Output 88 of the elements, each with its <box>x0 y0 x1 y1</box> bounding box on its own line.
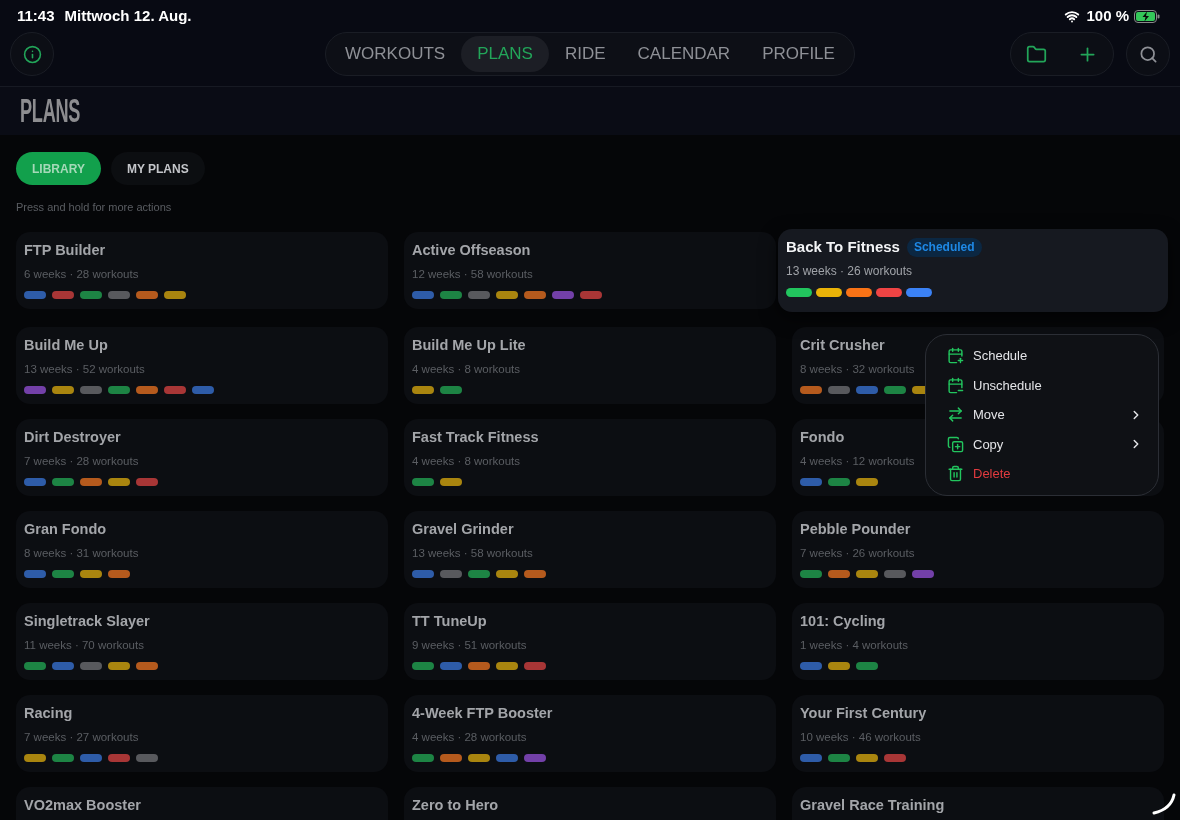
plan-title: Pebble Pounder <box>800 520 911 540</box>
plan-title: Active Offseason <box>412 241 531 261</box>
plan-title: VO2max Booster <box>24 796 141 816</box>
plan-summary: 4 weeks · 12 workouts <box>800 454 916 469</box>
plan-card[interactable]: Fast Track Fitness 4 weeks · 8 workouts <box>404 419 776 496</box>
hint-text: Press and hold for more actions <box>16 201 173 214</box>
plan-summary: 7 weeks · 28 workouts <box>24 454 140 469</box>
plan-title: Zero to Hero <box>412 796 499 816</box>
plan-title: Fast Track Fitness <box>412 428 539 448</box>
plan-summary: 8 weeks · 32 workouts <box>800 362 916 377</box>
plan-summary: 4 weeks · 8 workouts <box>412 454 521 469</box>
plan-card[interactable]: Build Me Up Lite 4 weeks · 8 workouts <box>404 327 776 404</box>
menu-item[interactable]: Copy <box>926 429 1158 459</box>
plan-card[interactable]: Active Offseason 12 weeks · 58 workouts <box>404 232 776 309</box>
folder-icon <box>1026 43 1047 65</box>
nav-tab[interactable]: PLANS <box>461 36 549 72</box>
plan-title: Crit Crusher <box>800 336 885 356</box>
plan-card[interactable]: Gran Fondo 8 weeks · 31 workouts <box>16 511 388 588</box>
menu-item[interactable]: Unschedule <box>926 370 1158 400</box>
plan-card[interactable]: Build Me Up 13 weeks · 52 workouts <box>16 327 388 404</box>
plan-summary: 11 weeks · 70 workouts <box>24 638 145 653</box>
nav-tab[interactable]: CALENDAR <box>621 36 747 72</box>
plan-summary: 7 weeks · 27 workouts <box>24 730 140 745</box>
plan-card[interactable]: Dirt Destroyer 7 weeks · 28 workouts <box>16 419 388 496</box>
plan-summary: 13 weeks · 58 workouts <box>412 546 534 561</box>
segment-button[interactable]: MY PLANS <box>110 152 205 185</box>
plan-title: Gravel Grinder <box>412 520 514 540</box>
plan-summary: 4 weeks · 28 workouts <box>412 730 528 745</box>
nav-tab[interactable]: WORKOUTS <box>329 36 462 72</box>
plan-card-highlighted[interactable]: Back To Fitness Scheduled 13 weeks · 26 workouts <box>778 229 1168 312</box>
info-button[interactable] <box>10 32 54 76</box>
plan-summary: 6 weeks · 28 workouts <box>24 267 140 282</box>
plan-title: 101: Cycling <box>800 612 886 632</box>
battery-percent: 100 % <box>1086 5 1129 26</box>
plan-summary: 7 weeks · 26 workouts <box>800 546 916 561</box>
plan-title: 4-Week FTP Booster <box>412 704 553 724</box>
calendar-plus-icon <box>947 347 964 365</box>
plan-title: FTP Builder <box>24 241 106 261</box>
plan-summary: 13 weeks · 52 workouts <box>24 362 146 377</box>
plan-card[interactable]: Racing 7 weeks · 27 workouts <box>16 695 388 772</box>
plan-summary: 13 weeks · 26 workouts <box>786 263 914 280</box>
wifi-icon <box>1063 8 1082 24</box>
plan-summary: 8 weeks · 31 workouts <box>24 546 140 561</box>
menu-item[interactable]: Schedule <box>926 341 1158 371</box>
plan-title: Gran Fondo <box>24 520 107 540</box>
plan-card[interactable]: Pebble Pounder 7 weeks · 26 workouts <box>792 511 1164 588</box>
plan-title: Fondo <box>800 428 845 448</box>
copy-plus-icon <box>947 435 964 453</box>
plan-card[interactable]: Gravel Race Training <box>792 787 1164 820</box>
plan-card[interactable]: TT TuneUp 9 weeks · 51 workouts <box>404 603 776 680</box>
menu-item[interactable]: Delete <box>926 459 1158 489</box>
plan-summary: 4 weeks · 8 workouts <box>412 362 521 377</box>
plan-summary: 10 weeks · 46 workouts <box>800 730 922 745</box>
scheduled-badge: Scheduled <box>906 237 982 257</box>
plan-title: Dirt Destroyer <box>24 428 121 448</box>
plan-title: Build Me Up <box>24 336 108 356</box>
plan-title: Singletrack Slayer <box>24 612 150 632</box>
menu-item[interactable]: Move <box>926 400 1158 430</box>
plan-card[interactable]: 101: Cycling 1 weeks · 4 workouts <box>792 603 1164 680</box>
plan-card[interactable]: VO2max Booster <box>16 787 388 820</box>
trash-icon <box>947 465 964 483</box>
status-date: Mittwoch 12. Aug. <box>64 5 192 26</box>
plan-title: TT TuneUp <box>412 612 487 632</box>
plan-card[interactable]: 4-Week FTP Booster 4 weeks · 28 workouts <box>404 695 776 772</box>
calendar-minus-icon <box>947 376 964 394</box>
plan-title: Back To Fitness <box>786 236 900 257</box>
plan-card[interactable]: Singletrack Slayer 11 weeks · 70 workouts <box>16 603 388 680</box>
plan-card[interactable]: Gravel Grinder 13 weeks · 58 workouts <box>404 511 776 588</box>
search-icon <box>1138 44 1158 64</box>
plan-card[interactable]: FTP Builder 6 weeks · 28 workouts <box>16 232 388 309</box>
plan-title: Your First Century <box>800 704 927 724</box>
plan-card[interactable]: Your First Century 10 weeks · 46 workouts <box>792 695 1164 772</box>
arrows-left-right-icon <box>947 406 964 424</box>
page-title: PLANS <box>20 94 81 127</box>
info-icon <box>22 44 42 64</box>
nav-tab[interactable]: PROFILE <box>746 36 851 72</box>
battery-charging-icon <box>1134 9 1160 23</box>
plan-summary: 1 weeks · 4 workouts <box>800 638 909 653</box>
plan-title: Gravel Race Training <box>800 796 945 816</box>
resize-handle-icon <box>1152 793 1176 815</box>
nav-tab[interactable]: RIDE <box>548 36 622 72</box>
plan-title: Build Me Up Lite <box>412 336 526 356</box>
plan-title: Racing <box>24 704 73 724</box>
search-button[interactable] <box>1126 32 1170 76</box>
plan-summary: 9 weeks · 51 workouts <box>412 638 528 653</box>
plan-summary: 12 weeks · 58 workouts <box>412 267 534 282</box>
status-time: 11:43 <box>17 5 55 26</box>
plan-card[interactable]: Zero to Hero <box>404 787 776 820</box>
